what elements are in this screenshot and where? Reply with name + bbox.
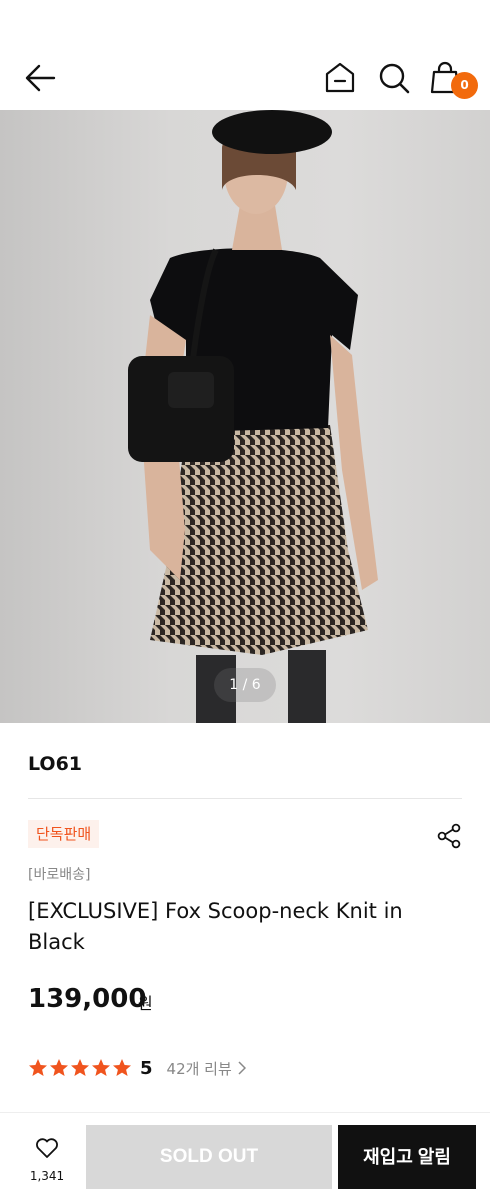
heart-icon [36,1138,58,1158]
star-icon [113,1059,131,1076]
rating-row: 5 42개 리뷰 [28,1055,246,1081]
product-title: [EXCLUSIVE] Fox Scoop-neck Knit in Black [28,899,403,954]
product-photo [128,110,378,723]
share-button[interactable] [436,823,462,849]
sold-out-button[interactable]: SOLD OUT [86,1125,332,1189]
star-icon [92,1059,110,1076]
like-count: 1,341 [29,1169,65,1183]
home-icon [325,62,355,93]
product-image-carousel[interactable]: 1 / 6 [0,110,490,723]
price-unit: 원 [138,994,153,1013]
rating-score: 5 [140,1057,153,1079]
search-icon [379,63,410,94]
shipping-label: [바로배송] [28,867,91,883]
cart-count-badge: 0 [451,72,478,99]
rating-stars [28,1058,132,1078]
home-button[interactable] [322,58,358,98]
share-icon [437,823,461,849]
like-button[interactable]: 1,341 [24,1137,70,1193]
bottom-action-bar: 1,341 SOLD OUT 재입고 알림 [0,1112,490,1200]
brand-name[interactable]: LO61 [28,753,82,775]
product-price: 139,000 [28,984,147,1014]
back-button[interactable] [24,58,58,98]
review-link[interactable]: 42개 리뷰 [167,1058,246,1079]
star-icon [71,1059,89,1076]
chevron-right-icon [238,1061,246,1075]
arrow-left-icon [25,64,56,92]
restock-alert-button[interactable]: 재입고 알림 [338,1125,476,1189]
divider [28,798,462,799]
star-icon [50,1059,68,1076]
top-bar: 0 [0,0,490,110]
image-pager: 1 / 6 [214,668,276,702]
review-link-label: 42개 리뷰 [166,1059,232,1078]
search-button[interactable] [376,58,412,98]
exclusive-badge: 단독판매 [28,820,100,848]
star-icon [29,1059,47,1076]
